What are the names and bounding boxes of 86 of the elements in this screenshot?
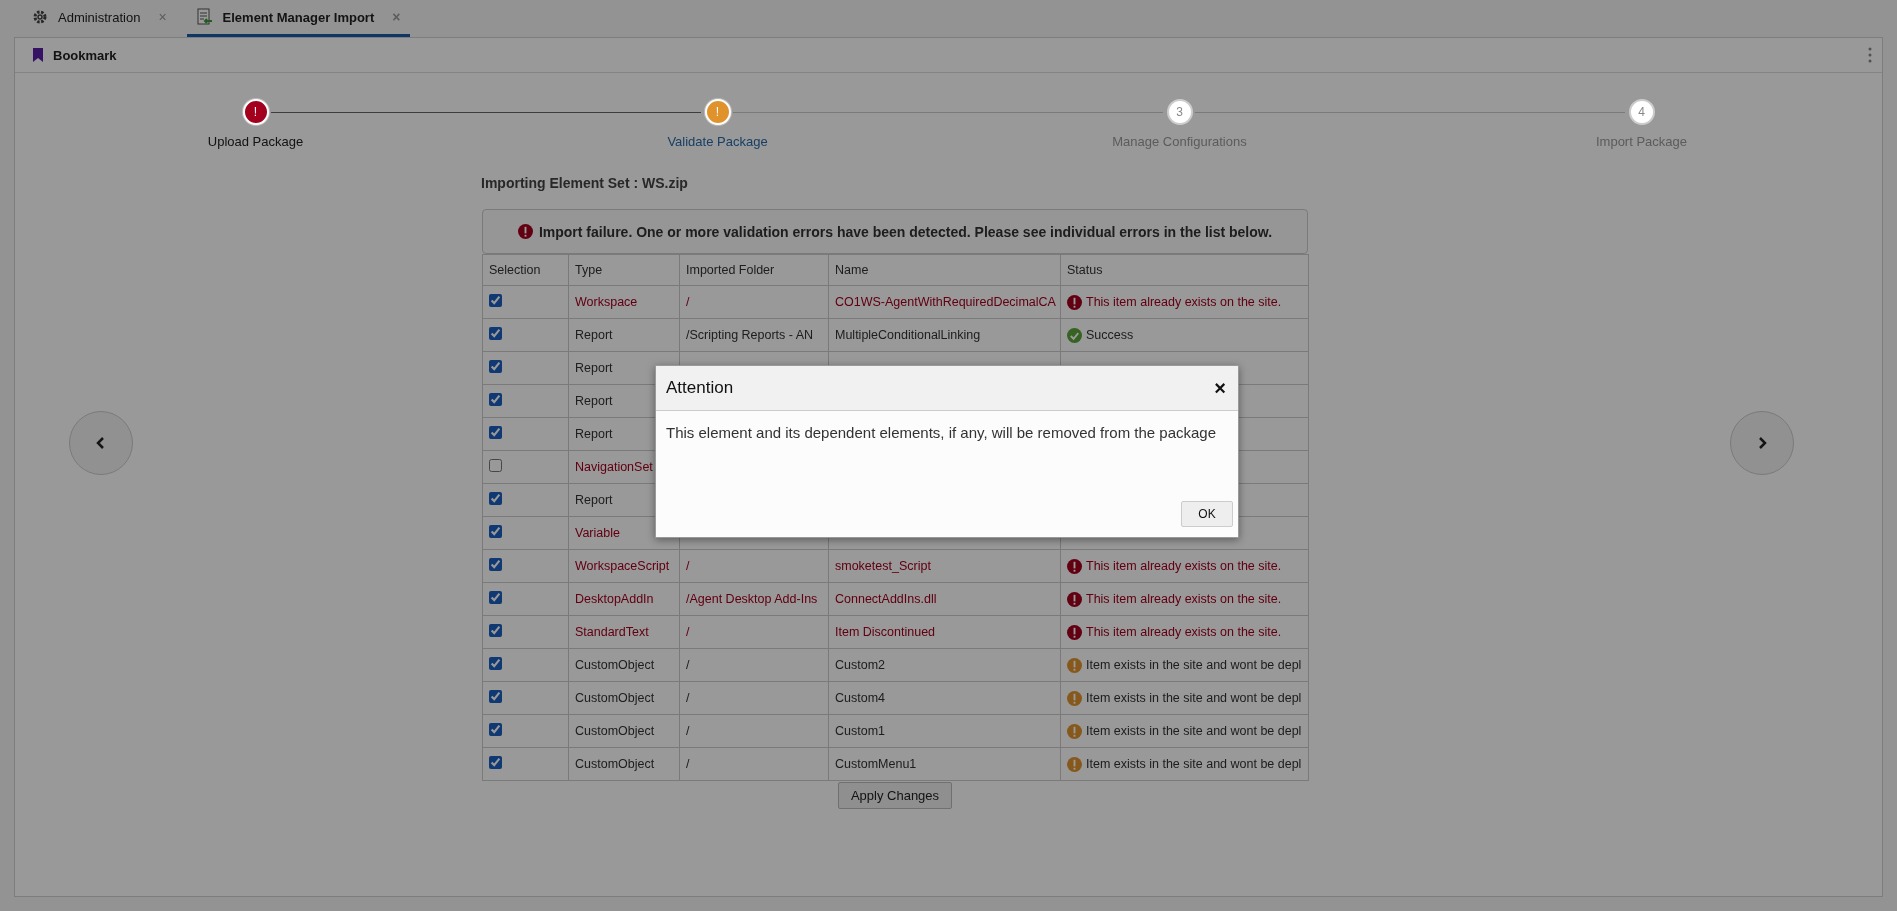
table-cell: / xyxy=(679,714,829,748)
table-cell: /Scripting Reports - AN xyxy=(679,318,829,352)
warning-icon xyxy=(1067,723,1082,739)
column-header: Selection xyxy=(482,254,569,286)
table-cell: ConnectAddIns.dll xyxy=(828,582,1061,616)
status-text: Item exists in the site and wont be depl xyxy=(1086,724,1302,738)
row-checkbox[interactable] xyxy=(489,327,502,340)
row-checkbox[interactable] xyxy=(489,459,502,472)
table-cell: CustomObject xyxy=(568,747,680,781)
bookmark-label: Bookmark xyxy=(53,47,117,63)
table-cell: CO1WS-AgentWithRequiredDecimalCA xyxy=(828,285,1061,319)
row-checkbox[interactable] xyxy=(489,624,502,637)
step-label: Import Package xyxy=(1595,134,1687,149)
table-cell: CustomObject xyxy=(568,714,680,748)
table-cell: Custom1 xyxy=(828,714,1061,748)
error-icon xyxy=(1067,294,1082,310)
table-cell: MultipleConditionalLinking xyxy=(828,318,1061,352)
row-checkbox[interactable] xyxy=(489,558,502,571)
step-marker: 3 xyxy=(1166,99,1193,125)
error-icon xyxy=(1067,624,1082,640)
check-circle-icon xyxy=(1067,327,1082,343)
status-text: This item already exists on the site. xyxy=(1086,559,1282,573)
gear-icon xyxy=(32,9,48,25)
step-label: Upload Package xyxy=(207,134,304,149)
table-cell: Workspace xyxy=(568,285,680,319)
status-text: Item exists in the site and wont be depl xyxy=(1086,658,1302,672)
table-cell: Custom2 xyxy=(828,648,1061,682)
status-text: Success xyxy=(1086,328,1134,342)
apply-changes-button[interactable]: Apply Changes xyxy=(837,782,953,809)
row-checkbox[interactable] xyxy=(489,756,502,769)
table-cell: / xyxy=(679,549,829,583)
row-checkbox[interactable] xyxy=(489,393,502,406)
tab[interactable]: Administration × xyxy=(22,0,177,37)
row-checkbox[interactable] xyxy=(489,360,502,373)
chevron-left-icon xyxy=(96,436,106,450)
bookmark-icon xyxy=(33,48,43,62)
status-text: Item exists in the site and wont be depl xyxy=(1086,691,1302,705)
table-cell: / xyxy=(679,747,829,781)
table-cell: StandardText xyxy=(568,615,680,649)
column-header: Type xyxy=(568,254,680,286)
error-icon xyxy=(1067,558,1082,574)
step-marker: ! xyxy=(704,99,731,125)
row-checkbox[interactable] xyxy=(489,492,502,505)
row-checkbox[interactable] xyxy=(489,525,502,538)
row-checkbox[interactable] xyxy=(489,657,502,670)
status-text: This item already exists on the site. xyxy=(1086,625,1282,639)
warning-icon xyxy=(1067,690,1082,706)
table-cell: /Agent Desktop Add-Ins xyxy=(679,582,829,616)
table-cell: CustomObject xyxy=(568,681,680,715)
chevron-right-icon xyxy=(1757,436,1767,450)
row-checkbox[interactable] xyxy=(489,591,502,604)
row-checkbox[interactable] xyxy=(489,426,502,439)
row-checkbox[interactable] xyxy=(489,294,502,307)
table-cell: smoketest_Script xyxy=(828,549,1061,583)
table-cell: DesktopAddIn xyxy=(568,582,680,616)
row-checkbox[interactable] xyxy=(489,723,502,736)
error-icon xyxy=(1067,591,1082,607)
table-cell: / xyxy=(679,648,829,682)
step-marker: ! xyxy=(242,99,269,125)
table-cell: / xyxy=(679,285,829,319)
error-icon xyxy=(517,224,533,239)
warning-icon xyxy=(1067,657,1082,673)
table-cell: CustomMenu1 xyxy=(828,747,1061,781)
table-cell: Item Discontinued xyxy=(828,615,1061,649)
column-header: Name xyxy=(828,254,1061,286)
ok-button[interactable]: OK xyxy=(1181,501,1233,527)
warning-icon xyxy=(1067,756,1082,772)
status-text: This item already exists on the site. xyxy=(1086,295,1282,309)
table-cell: Custom4 xyxy=(828,681,1061,715)
import-title: Importing Element Set : WS.zip xyxy=(481,175,689,191)
row-checkbox[interactable] xyxy=(489,690,502,703)
step-label: Validate Package xyxy=(667,134,768,149)
status-text: This item already exists on the site. xyxy=(1086,592,1282,606)
more-icon[interactable] xyxy=(1868,47,1872,63)
status-text: Item exists in the site and wont be depl xyxy=(1086,757,1302,771)
table-cell: WorkspaceScript xyxy=(568,549,680,583)
table-cell: CustomObject xyxy=(568,648,680,682)
column-header: Imported Folder xyxy=(679,254,829,286)
close-button[interactable]: × xyxy=(1214,376,1226,400)
step-marker: 4 xyxy=(1628,99,1655,125)
table-cell: / xyxy=(679,681,829,715)
step-label: Manage Configurations xyxy=(1112,134,1247,149)
column-header: Status xyxy=(1060,254,1309,286)
alert-text: Import failure. One or more validation errors have been detected. Please see individual errors in the list below. xyxy=(538,223,1273,240)
table-cell: / xyxy=(679,615,829,649)
table-cell: Report xyxy=(568,318,680,352)
